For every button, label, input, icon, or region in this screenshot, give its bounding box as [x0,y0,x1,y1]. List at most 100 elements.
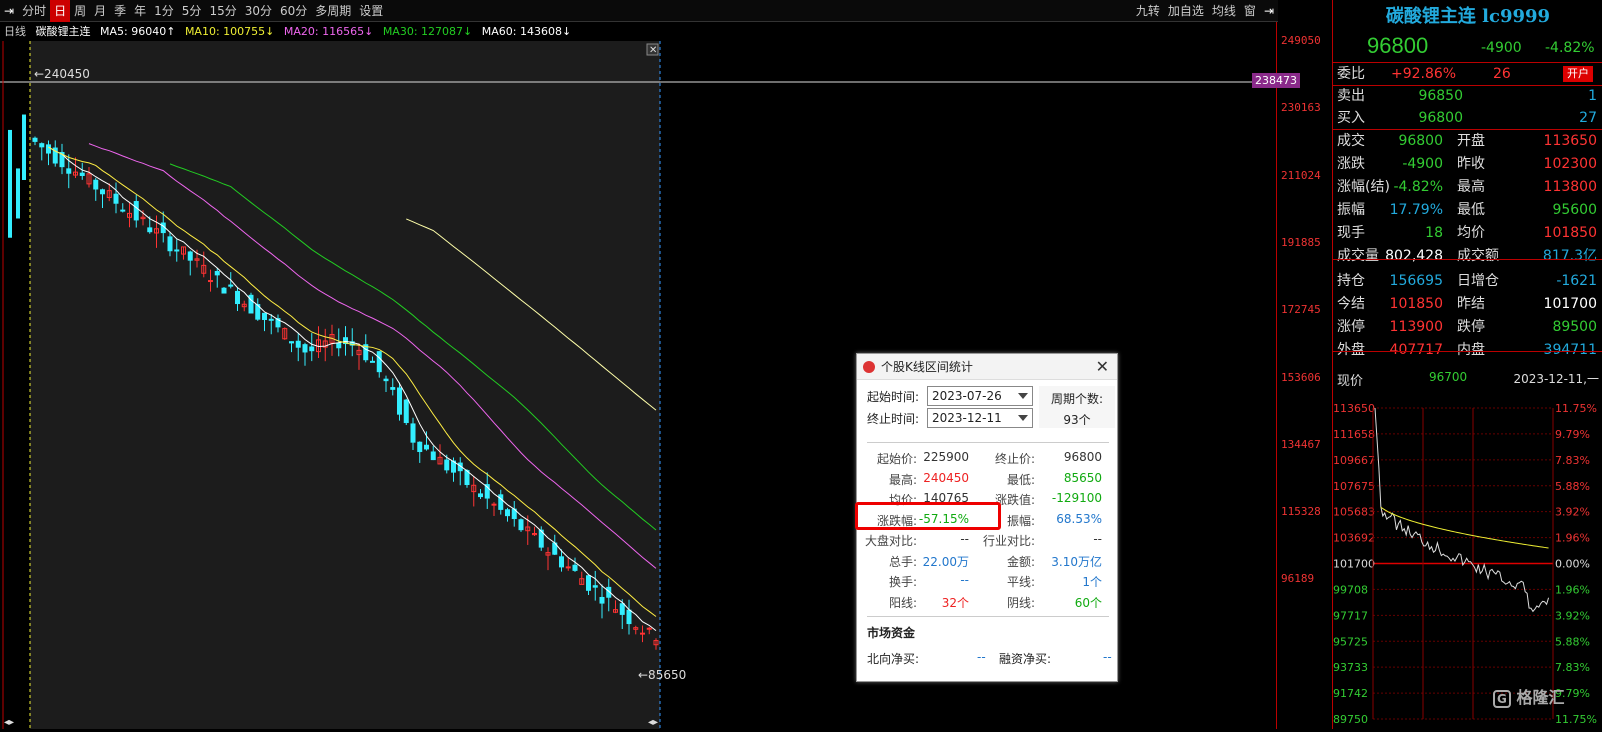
open-account-button[interactable]: 开户 [1563,66,1593,82]
quote-price: 96800 [1367,33,1429,58]
stat-value: 96800 [1063,450,1102,464]
candle [79,172,85,176]
selection-range [30,41,660,729]
candle [302,344,308,353]
intraday-mini-chart[interactable]: 113650 11.75% 111658 9.79% 109667 7.83% 107675… [1333,398,1602,729]
period-count-box: 周期个数: 93个 [1039,386,1115,428]
candle [113,193,119,204]
close-icon[interactable]: ✕ [1096,354,1109,380]
toolbar-action[interactable]: 窗 [1240,0,1260,22]
candle [417,441,423,453]
mini-pct-tick: 3.92% [1555,506,1590,519]
ma5-label: MA5: 96040↑ [100,25,176,38]
mini-pct-tick: 5.88% [1555,635,1590,648]
mini-pct-tick: 11.75% [1555,402,1597,415]
stat-value: 68.53% [1056,511,1102,526]
candle [295,340,301,348]
mini-price-tick: 89750 [1333,713,1368,726]
candle [444,459,450,471]
price-tick: 230163 [1281,101,1321,115]
highlight-box [855,502,1001,530]
candle [39,143,45,148]
end-time-select[interactable]: 2023-12-11 [927,408,1033,428]
mini-pct-tick: 7.83% [1555,661,1590,674]
period-tab[interactable]: 周 [70,0,90,22]
period-tab[interactable]: 年 [130,0,150,22]
stat-value: 32个 [941,595,969,610]
candle [565,566,571,569]
candle [586,575,591,591]
candle [32,137,38,142]
north-value: -- [977,650,986,664]
price-tick: 96189 [1281,572,1315,586]
toolbar-action[interactable]: 均线 [1208,0,1240,22]
price-tick: 134467 [1281,437,1321,451]
stat-label: 行业对比: [982,534,1035,548]
stat-value: -- [1093,532,1102,546]
contract-name: 碳酸锂主连 [35,25,91,38]
candle [498,494,504,510]
quote-row: 涨停 113900 跌停 89500 [1337,319,1597,335]
candle [289,341,294,344]
candle [370,360,375,363]
mini-pct-tick: 5.88% [1555,480,1590,493]
mini-pct-tick: 1.96% [1555,583,1590,596]
toolbar-action[interactable]: 加自选 [1164,0,1208,22]
quote-change-pct: -4.82% [1545,40,1595,56]
price-tick: 153606 [1281,370,1321,384]
candle [336,342,342,349]
mini-price-tick: 93733 [1333,661,1368,674]
mini-price-tick: 107675 [1333,480,1375,493]
candle [221,287,227,294]
period-tab[interactable]: 1分 [150,0,178,22]
stat-value: -129100 [1051,491,1102,505]
period-tab[interactable]: 30分 [241,0,276,22]
price-tick: 115328 [1281,505,1321,519]
candle [430,451,436,461]
toggle-panel-icon[interactable]: ⇥ [0,0,18,22]
period-tab[interactable]: 日 [50,0,71,22]
period-tab[interactable]: 季 [110,0,130,22]
low-price-label: ←85650 [638,668,686,682]
stat-label: 换手: [888,575,917,589]
candle [397,387,402,415]
app-logo-icon [863,361,875,373]
mini-pct-tick: 11.75% [1555,713,1597,726]
end-time-label: 终止时间: [867,412,920,426]
ma10-label: MA10: 100755↓ [184,25,275,38]
expand-icon[interactable]: ⇥ [1260,0,1278,22]
period-tab[interactable]: 15分 [205,0,240,22]
period-tab[interactable]: 分时 [18,0,50,22]
candle [309,346,315,352]
candle [424,444,429,450]
stat-label: 总手: [888,554,917,569]
candle [66,168,72,174]
period-tab[interactable]: 5分 [178,0,206,22]
period-tab[interactable]: 月 [90,0,110,22]
quote-title: 碳酸锂主连 lc9999 [1385,6,1551,27]
candle [187,251,193,261]
start-time-select[interactable]: 2023-07-26 [927,386,1033,406]
period-label: 日线 [4,25,26,38]
stat-value: 22.00万 [922,554,969,569]
stat-value: -- [960,573,969,587]
candle [100,189,105,195]
stat-value: 60个 [1074,595,1102,610]
stat-value: 3.10万亿 [1051,554,1102,569]
stat-label: 金额: [1006,554,1035,569]
weibi-row: 委比 +92.86% 26 开户 [1333,63,1602,85]
mini-price-tick: 105683 [1333,506,1375,519]
quote-row: 现手 18 均价 101850 [1337,225,1597,241]
toolbar-action[interactable]: 九转 [1132,0,1164,22]
period-tab[interactable]: 设置 [355,0,387,22]
mini-price-tick: 111658 [1333,428,1375,441]
mini-price-tick: 109667 [1333,454,1375,467]
ma60-label: MA60: 143608↓ [481,25,572,38]
candle [46,144,51,154]
period-tab[interactable]: 多周期 [311,0,355,22]
price-tick: 249050 [1281,34,1321,47]
quote-row: 涨幅(结) -4.82% 最高 113800 [1337,179,1597,195]
period-tab[interactable]: 60分 [276,0,311,22]
watermark-logo: G 格隆汇 [1493,684,1564,708]
ma-legend: 日线 碳酸锂主连 MA5: 96040↑ MA10: 100755↓ MA20:… [0,23,1278,41]
